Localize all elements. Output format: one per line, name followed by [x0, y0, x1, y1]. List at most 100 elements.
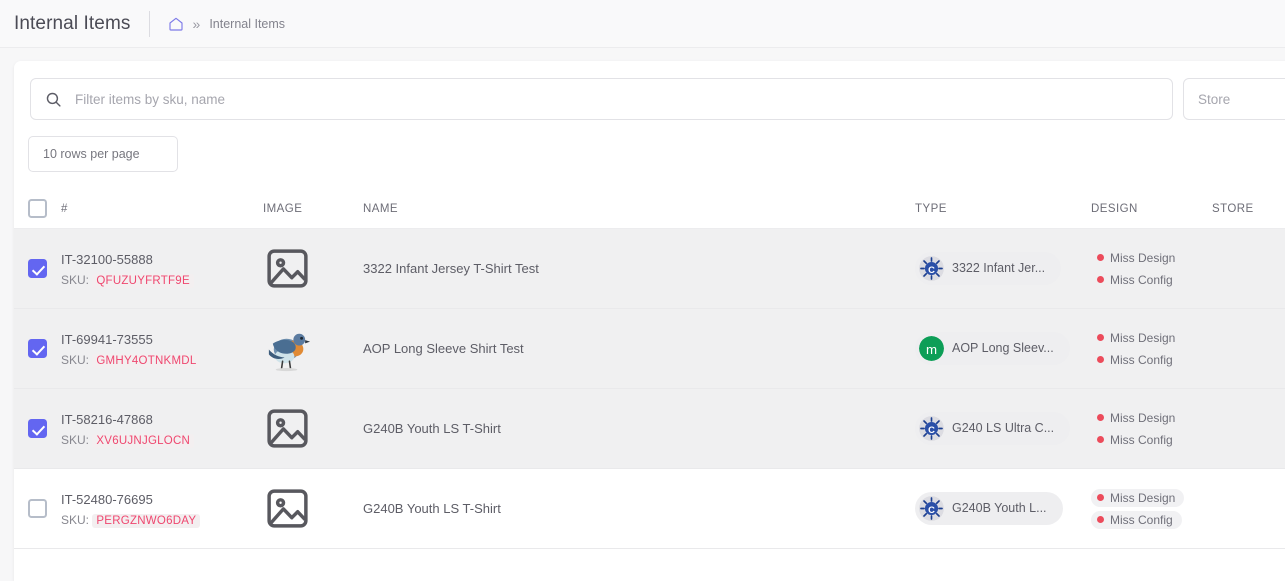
- sku-value: PERGZNWO6DAY: [92, 514, 201, 528]
- item-name: AOP Long Sleeve Shirt Test: [363, 340, 524, 356]
- item-name-cell: G240B Youth LS T-Shirt: [363, 420, 915, 438]
- column-header-store[interactable]: STORE: [1212, 203, 1285, 215]
- table-row[interactable]: IT-69941-73555 SKU: GMHY4OTNKMDL AOP Long …: [14, 309, 1285, 389]
- type-chip[interactable]: C G240B Youth L...: [915, 491, 1063, 525]
- status-dot-icon: [1097, 276, 1104, 283]
- item-type-cell: C G240B Youth L...: [915, 491, 1091, 526]
- item-name-cell: AOP Long Sleeve Shirt Test: [363, 340, 915, 358]
- breadcrumb-separator: »: [192, 15, 201, 32]
- select-all-cell: [28, 199, 61, 218]
- item-id-cell: IT-52480-76695 SKU: PERGZNWO6DAY: [61, 490, 263, 528]
- type-chip[interactable]: C 3322 Infant Jer...: [915, 251, 1062, 285]
- header-divider: [148, 10, 150, 37]
- svg-text:m: m: [926, 341, 937, 356]
- table-row[interactable]: IT-32100-55888 SKU: QFUZUYFRTF9E 3322 Infa…: [14, 229, 1285, 309]
- item-sku-line: SKU: XV6UJNJGLOCN: [61, 433, 263, 448]
- item-name: G240B Youth LS T-Shirt: [363, 500, 501, 516]
- design-status-list: Miss Design Miss Config: [1091, 249, 1212, 289]
- rows-per-page-select[interactable]: 10 rows per page: [28, 136, 178, 172]
- design-status-badge: Miss Config: [1091, 431, 1182, 449]
- type-label: 3322 Infant Jer...: [952, 261, 1046, 275]
- design-status-badge: Miss Config: [1091, 271, 1182, 289]
- item-image-cell[interactable]: [263, 484, 363, 533]
- design-status-badge: Miss Design: [1091, 249, 1184, 267]
- item-name-cell: 3322 Infant Jersey T-Shirt Test: [363, 260, 915, 278]
- item-id: IT-52480-76695: [61, 492, 153, 507]
- type-label: G240 LS Ultra C...: [952, 421, 1055, 435]
- sku-label: SKU:: [61, 513, 90, 527]
- column-header-num[interactable]: #: [61, 203, 263, 215]
- column-header-name[interactable]: NAME: [363, 203, 915, 215]
- item-image-cell[interactable]: [263, 324, 363, 373]
- item-image-cell[interactable]: [263, 404, 363, 453]
- search-box[interactable]: [30, 78, 1173, 120]
- svg-text:C: C: [928, 264, 935, 274]
- items-table: # IMAGE NAME TYPE DESIGN STORE IT-32100-…: [14, 189, 1285, 549]
- item-id: IT-58216-47868: [61, 412, 153, 427]
- item-id: IT-69941-73555: [61, 332, 153, 347]
- item-type-cell: m AOP Long Sleev...: [915, 331, 1091, 366]
- column-header-design[interactable]: DESIGN: [1091, 203, 1212, 215]
- item-design-cell: Miss Design Miss Config: [1091, 409, 1212, 449]
- search-icon: [45, 91, 62, 108]
- item-id: IT-32100-55888: [61, 252, 153, 267]
- design-status-label: Miss Design: [1110, 490, 1176, 505]
- page-header: Internal Items » Internal Items: [0, 0, 1285, 48]
- type-chip[interactable]: C G240 LS Ultra C...: [915, 411, 1071, 445]
- breadcrumb: » Internal Items: [168, 15, 286, 32]
- status-dot-icon: [1097, 436, 1104, 443]
- type-label: G240B Youth L...: [952, 501, 1047, 515]
- type-label: AOP Long Sleev...: [952, 341, 1054, 355]
- design-status-label: Miss Design: [1110, 410, 1176, 425]
- item-type-cell: C 3322 Infant Jer...: [915, 251, 1091, 286]
- svg-text:C: C: [928, 504, 935, 514]
- sku-value: GMHY4OTNKMDL: [92, 354, 201, 368]
- item-sku-line: SKU: PERGZNWO6DAY: [61, 513, 263, 528]
- row-select-cell: [28, 339, 61, 358]
- item-name-cell: G240B Youth LS T-Shirt: [363, 500, 915, 518]
- item-sku-line: SKU: QFUZUYFRTF9E: [61, 273, 263, 288]
- status-dot-icon: [1097, 494, 1104, 501]
- row-select-checkbox[interactable]: [28, 339, 47, 358]
- design-status-label: Miss Config: [1110, 352, 1173, 367]
- sku-label: SKU:: [61, 353, 90, 367]
- table-row[interactable]: IT-52480-76695 SKU: PERGZNWO6DAY G240B You…: [14, 469, 1285, 549]
- row-select-checkbox[interactable]: [28, 419, 47, 438]
- column-header-type[interactable]: TYPE: [915, 203, 1091, 215]
- search-input[interactable]: [75, 91, 1158, 107]
- table-body: IT-32100-55888 SKU: QFUZUYFRTF9E 3322 Infa…: [14, 229, 1285, 549]
- item-design-cell: Miss Design Miss Config: [1091, 329, 1212, 369]
- row-select-checkbox[interactable]: [28, 259, 47, 278]
- sku-value: QFUZUYFRTF9E: [92, 274, 194, 288]
- design-status-badge: Miss Design: [1091, 488, 1185, 507]
- row-select-cell: [28, 419, 61, 438]
- table-header-row: # IMAGE NAME TYPE DESIGN STORE: [14, 189, 1285, 229]
- store-input[interactable]: [1198, 91, 1285, 107]
- status-dot-icon: [1097, 254, 1104, 261]
- column-header-image[interactable]: IMAGE: [263, 203, 363, 215]
- sku-value: XV6UJNJGLOCN: [92, 434, 195, 448]
- breadcrumb-current: Internal Items: [209, 16, 286, 31]
- item-image-cell[interactable]: [263, 244, 363, 293]
- select-all-checkbox[interactable]: [28, 199, 47, 218]
- design-status-label: Miss Config: [1110, 272, 1173, 287]
- item-design-cell: Miss Design Miss Config: [1091, 249, 1212, 289]
- design-status-label: Miss Design: [1110, 250, 1176, 265]
- type-chip[interactable]: m AOP Long Sleev...: [915, 331, 1070, 365]
- design-status-badge: Miss Design: [1091, 329, 1184, 347]
- row-select-checkbox[interactable]: [28, 499, 47, 518]
- home-icon[interactable]: [168, 16, 184, 32]
- status-dot-icon: [1097, 334, 1104, 341]
- filter-bar: [14, 61, 1285, 120]
- item-id-cell: IT-58216-47868 SKU: XV6UJNJGLOCN: [61, 410, 263, 448]
- row-select-cell: [28, 499, 61, 518]
- design-status-list: Miss Design Miss Config: [1091, 329, 1212, 369]
- design-status-badge: Miss Design: [1091, 409, 1184, 427]
- item-sku-line: SKU: GMHY4OTNKMDL: [61, 353, 263, 368]
- svg-text:C: C: [928, 424, 935, 434]
- design-status-badge: Miss Config: [1091, 510, 1182, 529]
- store-filter[interactable]: [1183, 78, 1285, 120]
- table-row[interactable]: IT-58216-47868 SKU: XV6UJNJGLOCN G240B You…: [14, 389, 1285, 469]
- item-type-cell: C G240 LS Ultra C...: [915, 411, 1091, 446]
- design-status-list: Miss Design Miss Config: [1091, 488, 1212, 529]
